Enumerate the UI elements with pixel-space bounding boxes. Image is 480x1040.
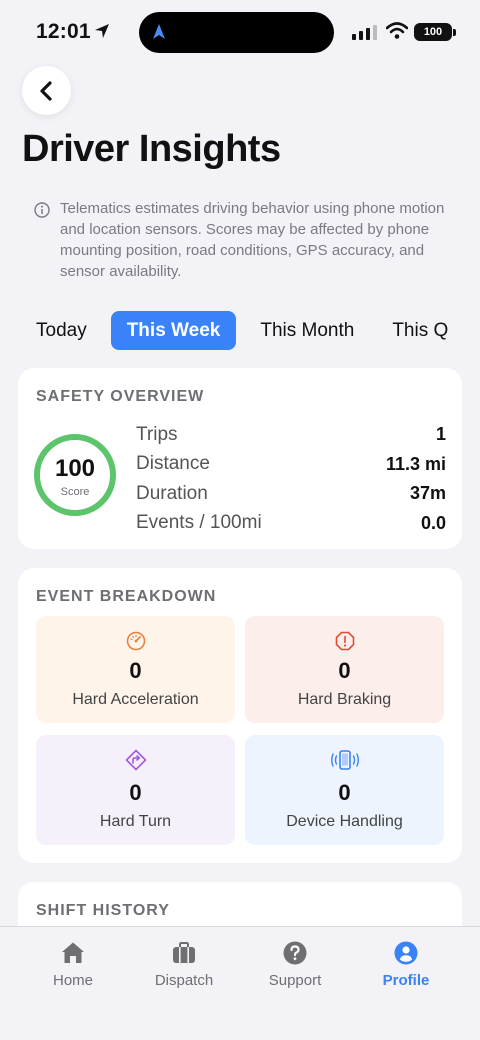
cellular-signal-icon xyxy=(352,24,377,40)
back-button[interactable] xyxy=(22,66,71,115)
event-label: Hard Turn xyxy=(99,813,172,830)
shift-history-title: SHIFT HISTORY xyxy=(36,902,170,919)
event-breakdown-card: EVENT BREAKDOWN 0 Hard Acceleration 0 Ha… xyxy=(18,568,462,863)
stat-value: 0.0 xyxy=(420,512,446,533)
stat-value: 11.3 mi xyxy=(385,453,446,474)
stat-trips: Trips 1 xyxy=(136,420,446,450)
safety-stats: Trips 1 Distance 11.3 mi Duration 37m Ev… xyxy=(136,420,446,538)
tab-today[interactable]: Today xyxy=(22,311,101,350)
tabbar-item-home[interactable]: Home xyxy=(25,939,121,989)
stat-label: Trips xyxy=(136,423,178,445)
stat-value: 37m xyxy=(409,483,446,504)
event-tile-hard-acceleration[interactable]: 0 Hard Acceleration xyxy=(36,616,235,723)
stat-label: Events / 100mi xyxy=(136,512,262,534)
tab-this-week[interactable]: This Week xyxy=(110,311,237,350)
stat-label: Duration xyxy=(136,482,208,504)
stat-value: 1 xyxy=(435,424,446,445)
tabbar-item-profile[interactable]: Profile xyxy=(358,939,454,989)
turn-right-icon xyxy=(125,749,146,771)
stat-distance: Distance 11.3 mi xyxy=(136,450,446,480)
info-icon xyxy=(34,202,50,218)
battery-level: 100 xyxy=(423,26,443,38)
event-label: Hard Braking xyxy=(297,691,392,708)
event-count: 0 xyxy=(129,780,142,805)
event-tile-device-handling[interactable]: 0 Device Handling xyxy=(245,735,444,845)
status-bar: 12:01 100 xyxy=(0,0,480,64)
tabbar-label: Home xyxy=(52,972,93,989)
home-icon xyxy=(62,942,84,963)
safety-overview-card: SAFETY OVERVIEW 100 Score Trips 1 Distan… xyxy=(18,368,462,549)
stat-duration: Duration 37m xyxy=(136,479,446,509)
event-tile-hard-turn[interactable]: 0 Hard Turn xyxy=(36,735,235,845)
tabbar-label: Profile xyxy=(382,972,430,989)
bottom-tab-bar: Home Dispatch Support Profile xyxy=(0,926,480,1040)
score-label: Score xyxy=(60,486,90,498)
safety-overview-title: SAFETY OVERVIEW xyxy=(36,388,205,405)
help-circle-icon xyxy=(283,941,307,965)
briefcase-icon xyxy=(173,942,195,963)
event-breakdown-title: EVENT BREAKDOWN xyxy=(36,588,217,605)
profile-icon xyxy=(394,941,418,965)
battery-icon: 100 xyxy=(414,23,452,41)
telematics-info: Telematics estimates driving behavior us… xyxy=(34,198,454,282)
stat-events-per-100mi: Events / 100mi 0.0 xyxy=(136,509,446,539)
score-value: 100 xyxy=(54,455,96,482)
event-tile-hard-braking[interactable]: 0 Hard Braking xyxy=(245,616,444,723)
location-arrow-icon xyxy=(95,24,109,38)
event-tiles: 0 Hard Acceleration 0 Hard Braking 0 Har… xyxy=(36,616,444,845)
tab-this-month[interactable]: This Month xyxy=(246,311,368,350)
dynamic-island xyxy=(139,12,334,53)
page-title: Driver Insights xyxy=(22,128,281,170)
alert-octagon-icon xyxy=(335,631,354,651)
tab-this-quarter[interactable]: This Q xyxy=(378,311,462,350)
event-label: Device Handling xyxy=(286,813,403,830)
period-tabs: Today This Week This Month This Q xyxy=(22,311,480,350)
wifi-icon xyxy=(386,22,408,39)
event-label: Hard Acceleration xyxy=(72,691,199,708)
tabbar-item-support[interactable]: Support xyxy=(247,939,343,989)
event-count: 0 xyxy=(129,658,142,683)
stat-label: Distance xyxy=(136,453,210,475)
info-text: Telematics estimates driving behavior us… xyxy=(60,200,445,280)
event-count: 0 xyxy=(338,780,351,805)
tabbar-label: Dispatch xyxy=(154,972,214,989)
chevron-left-icon xyxy=(39,80,52,101)
phone-vibrate-icon xyxy=(330,750,359,770)
status-time: 12:01 xyxy=(36,20,91,43)
event-count: 0 xyxy=(338,658,351,683)
speedometer-icon xyxy=(126,631,145,651)
battery-tip xyxy=(453,29,456,36)
tabbar-item-dispatch[interactable]: Dispatch xyxy=(136,939,232,989)
navigation-app-icon xyxy=(153,24,165,39)
tabbar-label: Support xyxy=(268,972,322,989)
